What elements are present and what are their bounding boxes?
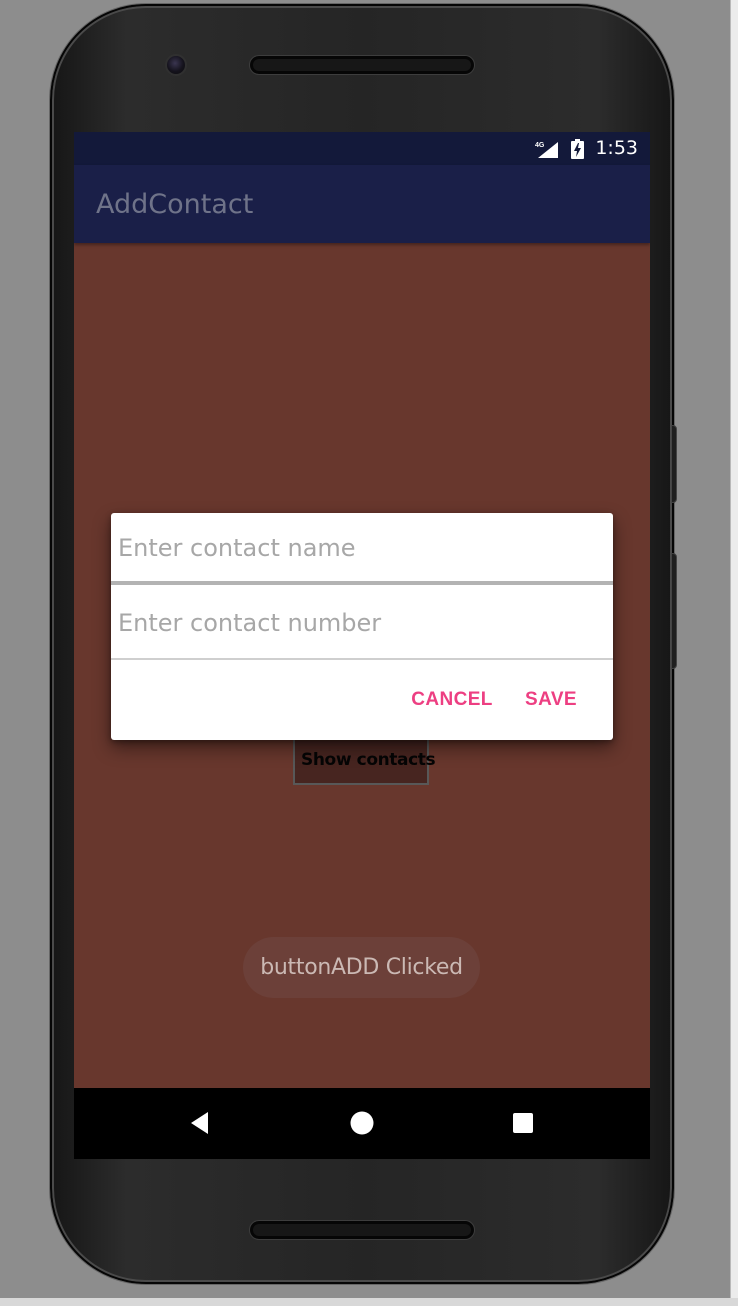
cancel-button[interactable]: CANCEL (411, 685, 493, 715)
contact-name-field (111, 513, 613, 585)
top-speaker (250, 56, 474, 74)
bottom-speaker (250, 1221, 474, 1239)
back-icon[interactable] (185, 1108, 215, 1138)
show-contacts-button[interactable]: Show contacts (293, 736, 436, 785)
home-icon[interactable] (347, 1108, 377, 1138)
app-title: AddContact (96, 189, 254, 220)
network-type-label: 4G (535, 142, 545, 149)
status-icons: 4G 1:53 (535, 132, 638, 165)
battery-charging-icon (571, 138, 585, 159)
system-navigation-bar (74, 1088, 650, 1159)
status-clock: 1:53 (595, 137, 638, 159)
contact-number-field (111, 588, 613, 660)
save-button[interactable]: SAVE (524, 685, 578, 715)
front-camera (165, 54, 187, 76)
dialog-actions: CANCEL SAVE (111, 661, 613, 740)
volume-button[interactable] (671, 553, 677, 669)
toast-message: buttonADD Clicked (243, 937, 480, 998)
device-screen: 4G 1:53 AddContact Show contacts CANCEL (74, 132, 650, 1159)
add-contact-dialog: CANCEL SAVE (111, 513, 613, 740)
recents-icon[interactable] (508, 1108, 538, 1138)
emulator-window-bottom-edge (0, 1298, 738, 1306)
power-button[interactable] (671, 425, 677, 503)
status-bar: 4G 1:53 (74, 132, 650, 165)
contact-name-input[interactable] (118, 530, 598, 566)
emulator-window-edge (730, 0, 738, 1306)
app-toolbar: AddContact (74, 165, 650, 243)
mobile-signal-icon: 4G (535, 140, 560, 158)
contact-number-input[interactable] (118, 605, 598, 641)
